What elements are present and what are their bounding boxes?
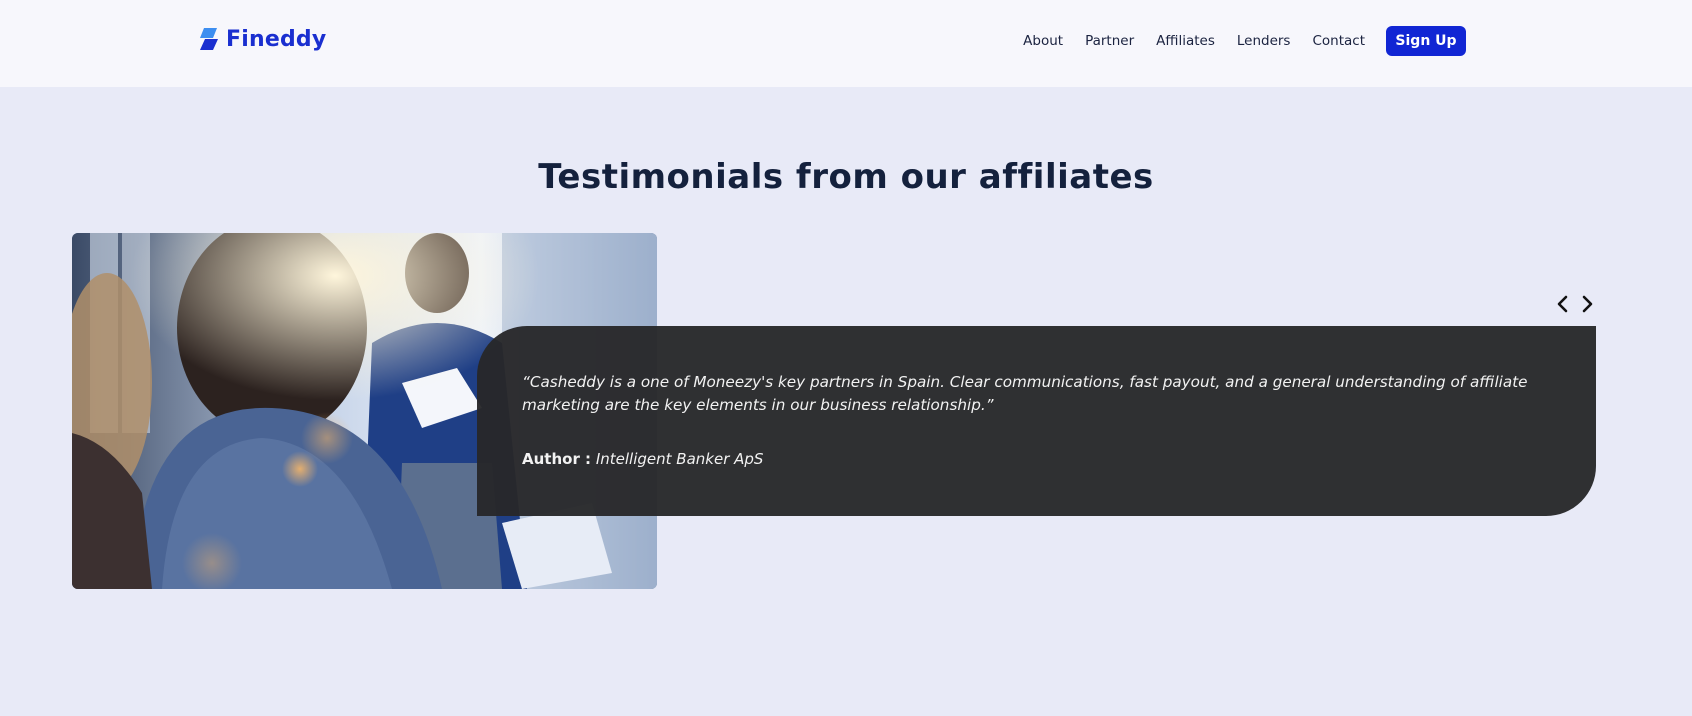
nav-link-lenders[interactable]: Lenders [1237, 26, 1291, 56]
testimonial-card: “Casheddy is a one of Moneezy's key part… [477, 326, 1596, 516]
nav-link-about[interactable]: About [1023, 26, 1063, 56]
chevron-right-icon [1582, 295, 1593, 313]
author-name: Intelligent Banker ApS [595, 450, 764, 468]
site-header: Fineddy About Partner Affiliates Lenders… [0, 0, 1692, 87]
testimonial-quote: “Casheddy is a one of Moneezy's key part… [522, 373, 1528, 414]
fineddy-logo-icon [200, 28, 218, 50]
author-label: Author : [522, 450, 592, 468]
section-title: Testimonials from our affiliates [538, 157, 1154, 197]
main-nav: About Partner Affiliates Lenders Contact… [1023, 26, 1466, 56]
chevron-left-icon [1557, 295, 1568, 313]
sign-up-button[interactable]: Sign Up [1386, 26, 1466, 56]
nav-link-affiliates[interactable]: Affiliates [1156, 26, 1215, 56]
brand-logo[interactable]: Fineddy [200, 26, 326, 52]
carousel-prev-button[interactable] [1552, 292, 1574, 316]
testimonial-author: Author : Intelligent Banker ApS [522, 450, 1552, 468]
nav-link-contact[interactable]: Contact [1312, 26, 1365, 56]
carousel-next-button[interactable] [1576, 292, 1598, 316]
brand-name: Fineddy [226, 26, 327, 52]
nav-link-partner[interactable]: Partner [1085, 26, 1134, 56]
